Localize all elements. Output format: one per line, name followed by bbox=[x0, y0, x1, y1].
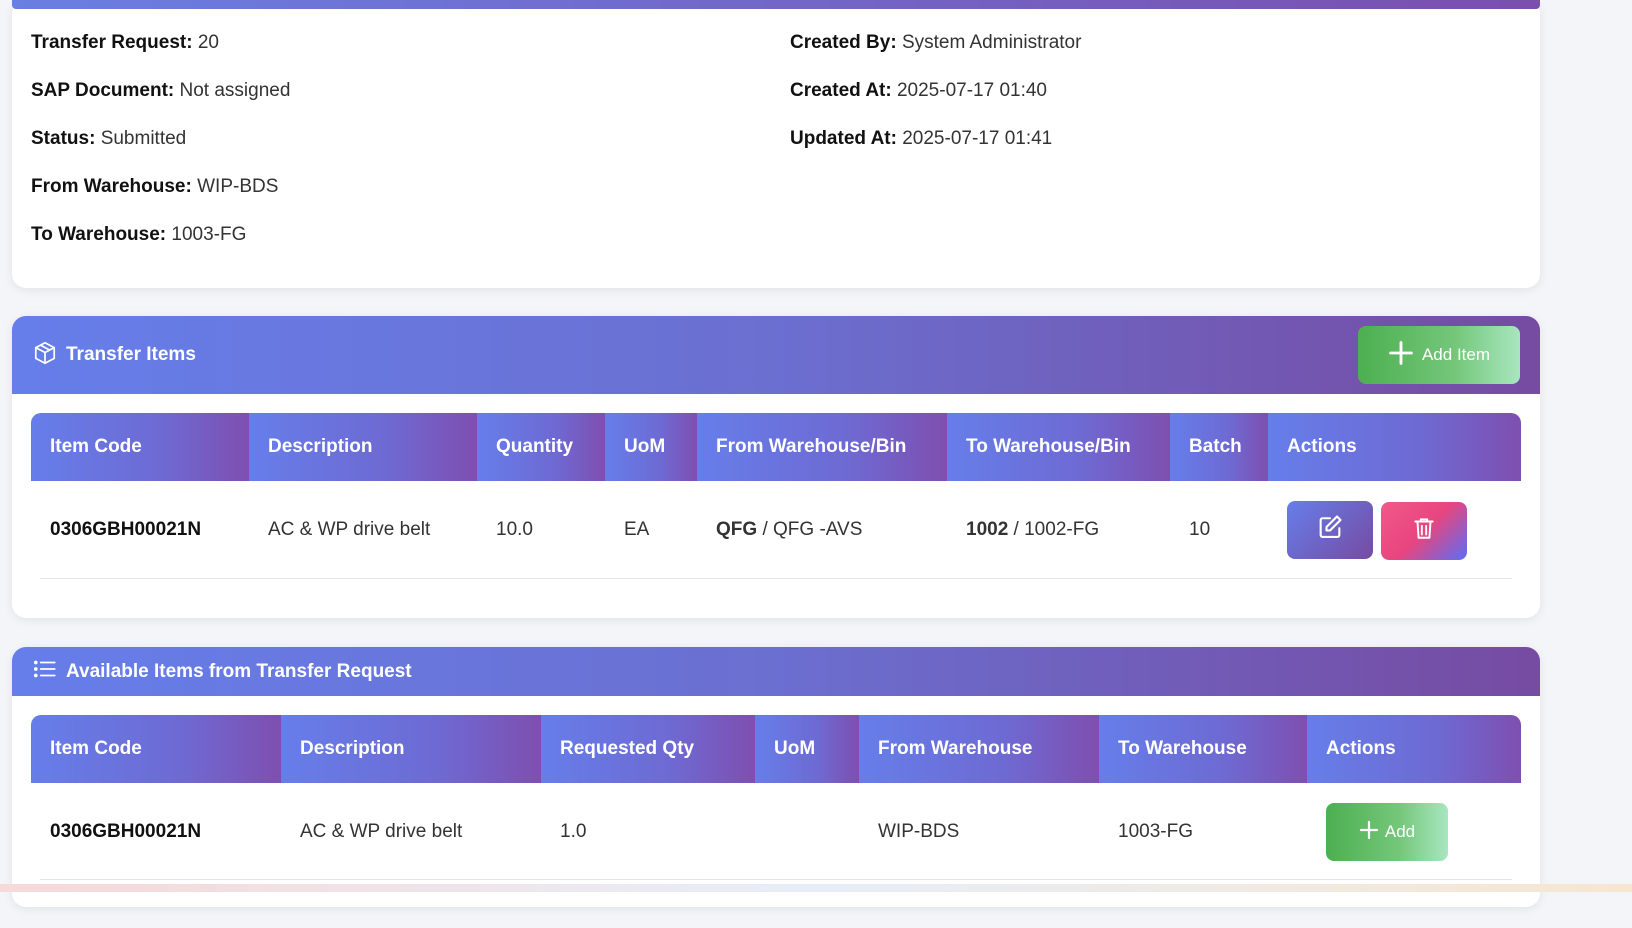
plus-icon bbox=[1388, 340, 1414, 371]
table-row: 0306GBH00021N AC & WP drive belt 1.0 WIP… bbox=[31, 783, 1521, 881]
detail-value: WIP-BDS bbox=[197, 176, 279, 197]
available-items-header: Available Items from Transfer Request bbox=[12, 647, 1540, 696]
item-code-cell: 0306GBH00021N bbox=[50, 519, 202, 540]
detail-label: Updated At: bbox=[790, 128, 897, 149]
column-header[interactable]: Description bbox=[249, 413, 477, 481]
column-header[interactable]: From Warehouse bbox=[859, 715, 1099, 783]
description-cell: AC & WP drive belt bbox=[300, 821, 463, 842]
detail-label: Status: bbox=[31, 128, 96, 149]
from-warehouse-cell: WIP-BDS bbox=[878, 821, 960, 842]
available-items-card: Available Items from Transfer Request It… bbox=[12, 647, 1540, 907]
column-header[interactable]: Quantity bbox=[477, 413, 605, 481]
to-warehouse-code: 1002 bbox=[966, 519, 1009, 540]
column-header[interactable]: Item Code bbox=[31, 413, 249, 481]
detail-label: Transfer Request: bbox=[31, 32, 193, 53]
detail-updated-at: Updated At: 2025-07-17 01:41 bbox=[790, 126, 1081, 174]
to-warehouse-cell: 1003-FG bbox=[1118, 821, 1193, 842]
available-items-title: Available Items from Transfer Request bbox=[66, 660, 412, 682]
to-warehouse-bin-cell: 1002 / 1002-FG bbox=[947, 481, 1170, 579]
table-row: 0306GBH00021N AC & WP drive belt 10.0 EA… bbox=[31, 481, 1521, 579]
table-header-row: Item Code Description Requested Qty UoM … bbox=[31, 715, 1521, 783]
column-header[interactable]: UoM bbox=[755, 715, 859, 783]
quantity-cell: 10.0 bbox=[496, 519, 533, 540]
detail-status: Status: Submitted bbox=[31, 126, 290, 174]
column-header[interactable]: Actions bbox=[1307, 715, 1521, 783]
to-bin-code: / 1002-FG bbox=[1008, 519, 1100, 540]
detail-created-at: Created At: 2025-07-17 01:40 bbox=[790, 78, 1081, 126]
add-label: Add bbox=[1384, 822, 1416, 841]
detail-value: 20 bbox=[197, 32, 219, 53]
list-icon bbox=[32, 656, 58, 687]
detail-value: 2025-07-17 01:41 bbox=[902, 128, 1053, 149]
column-header[interactable]: From Warehouse/Bin bbox=[697, 413, 947, 481]
details-left-column: Transfer Request: 20 SAP Document: Not a… bbox=[31, 30, 290, 270]
transfer-items-table: Item Code Description Quantity UoM From … bbox=[31, 413, 1521, 579]
detail-transfer-request: Transfer Request: 20 bbox=[31, 30, 290, 78]
page-bottom-edge bbox=[0, 884, 1632, 892]
column-header[interactable]: Actions bbox=[1268, 413, 1521, 481]
details-right-column: Created By: System Administrator Created… bbox=[790, 30, 1081, 174]
detail-label: Created By: bbox=[790, 32, 897, 53]
edit-icon bbox=[1316, 513, 1344, 547]
details-card-header-strip bbox=[12, 0, 1540, 9]
detail-to-warehouse: To Warehouse: 1003-FG bbox=[31, 222, 290, 270]
detail-value: Not assigned bbox=[179, 80, 291, 101]
transfer-items-title: Transfer Items bbox=[66, 344, 196, 365]
edit-button[interactable] bbox=[1287, 500, 1373, 559]
detail-label: To Warehouse: bbox=[31, 224, 167, 245]
transfer-items-card: Transfer Items Add Item Item Code Descri… bbox=[12, 316, 1540, 618]
batch-cell: 10 bbox=[1189, 519, 1211, 540]
column-header[interactable]: Batch bbox=[1170, 413, 1268, 481]
uom-cell: EA bbox=[624, 519, 650, 540]
detail-from-warehouse: From Warehouse: WIP-BDS bbox=[31, 174, 290, 222]
plus-icon bbox=[1359, 820, 1379, 845]
column-header[interactable]: To Warehouse/Bin bbox=[947, 413, 1170, 481]
detail-value: Submitted bbox=[100, 128, 187, 149]
box-icon bbox=[32, 340, 58, 371]
trash-icon bbox=[1411, 515, 1437, 547]
from-bin-code: / QFG -AVS bbox=[757, 519, 863, 540]
column-header[interactable]: Requested Qty bbox=[541, 715, 755, 783]
detail-label: SAP Document: bbox=[31, 80, 175, 101]
detail-label: Created At: bbox=[790, 80, 892, 101]
column-header[interactable]: Item Code bbox=[31, 715, 281, 783]
delete-button[interactable] bbox=[1381, 501, 1467, 560]
detail-value: 1003-FG bbox=[171, 224, 247, 245]
add-button[interactable]: Add bbox=[1326, 803, 1448, 861]
transfer-details-card: Transfer Request: 20 SAP Document: Not a… bbox=[12, 0, 1540, 288]
column-header[interactable]: UoM bbox=[605, 413, 697, 481]
from-warehouse-bin-cell: QFG / QFG -AVS bbox=[697, 481, 947, 579]
column-header[interactable]: Description bbox=[281, 715, 541, 783]
available-items-table: Item Code Description Requested Qty UoM … bbox=[31, 715, 1521, 881]
uom-cell bbox=[755, 783, 859, 881]
table-header-row: Item Code Description Quantity UoM From … bbox=[31, 413, 1521, 481]
detail-label: From Warehouse: bbox=[31, 176, 192, 197]
description-cell: AC & WP drive belt bbox=[268, 519, 431, 540]
row-divider bbox=[40, 879, 1512, 880]
requested-qty-cell: 1.0 bbox=[560, 821, 587, 842]
from-warehouse-code: QFG bbox=[716, 519, 758, 540]
detail-sap-document: SAP Document: Not assigned bbox=[31, 78, 290, 126]
add-item-label: Add Item bbox=[1421, 345, 1491, 364]
add-item-button[interactable]: Add Item bbox=[1358, 326, 1520, 384]
detail-created-by: Created By: System Administrator bbox=[790, 30, 1081, 78]
item-code-cell: 0306GBH00021N bbox=[50, 821, 202, 842]
detail-value: System Administrator bbox=[901, 32, 1082, 53]
row-divider bbox=[40, 578, 1512, 579]
actions-cell bbox=[1268, 481, 1521, 579]
column-header[interactable]: To Warehouse bbox=[1099, 715, 1307, 783]
actions-cell: Add bbox=[1307, 783, 1521, 881]
transfer-items-header: Transfer Items Add Item bbox=[12, 316, 1540, 394]
detail-value: 2025-07-17 01:40 bbox=[896, 80, 1047, 101]
